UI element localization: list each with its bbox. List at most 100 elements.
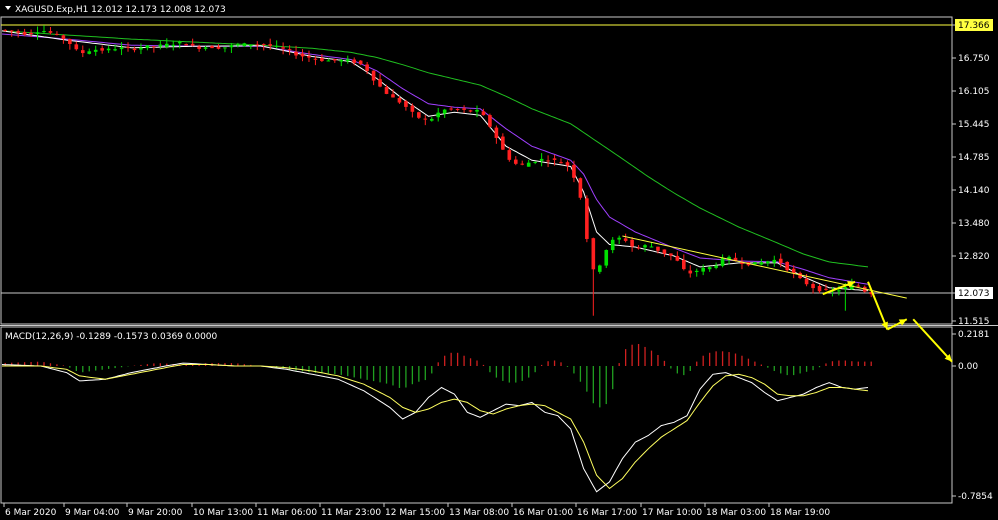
candle-body — [578, 178, 583, 198]
candle-body — [371, 70, 376, 81]
candle-body — [462, 108, 466, 110]
time-tick-label: 13 Mar 08:00 — [449, 508, 509, 518]
price-tick-label: 15.445 — [958, 120, 990, 130]
candle-body — [106, 48, 111, 51]
candle-body — [345, 59, 350, 62]
candle-body — [93, 49, 98, 52]
candle-body — [597, 265, 602, 272]
candle-body — [171, 44, 176, 47]
candle-body — [423, 118, 428, 120]
candle-body — [113, 49, 117, 51]
candle-body — [164, 43, 169, 47]
candle-body — [604, 250, 609, 266]
candle-body — [513, 159, 518, 164]
time-tick-label: 6 Mar 2020 — [5, 508, 57, 518]
candle-body — [404, 101, 408, 107]
candle-body — [35, 32, 40, 34]
candle-body — [384, 87, 389, 94]
candle-body — [139, 47, 143, 50]
price-chart[interactable]: 17.366 16.750 16.105 15.445 14.785 14.140 13.4… — [0, 0, 998, 520]
candle-body — [152, 46, 156, 48]
candle-body — [811, 283, 815, 289]
candle-body — [203, 47, 208, 49]
candle-body — [520, 163, 525, 165]
candle-body — [261, 44, 266, 46]
candle-body — [720, 258, 725, 266]
candle-body — [539, 158, 544, 161]
main-plot-frame — [0, 16, 953, 325]
candle-body — [436, 112, 441, 118]
time-tick-label: 16 Mar 01:00 — [513, 508, 573, 518]
candle-body — [785, 261, 790, 271]
candle-body — [669, 253, 673, 256]
time-tick-label: 17 Mar 10:00 — [642, 508, 702, 518]
time-tick-label: 16 Mar 17:00 — [577, 508, 637, 518]
candle-body — [475, 109, 479, 112]
candle-body — [759, 262, 764, 265]
candle-body — [617, 237, 621, 240]
candle-body — [281, 47, 285, 49]
candle-body — [42, 31, 46, 33]
price-tick-label: 12.820 — [958, 252, 990, 262]
ema-mid-line — [1, 33, 869, 285]
candle-body — [352, 59, 357, 63]
time-tick-label: 12 Mar 15:00 — [385, 508, 445, 518]
candle-body — [184, 44, 188, 46]
ema-fast-line — [1, 30, 869, 292]
candle-body — [572, 164, 576, 178]
candle-body — [190, 43, 195, 46]
candle-body — [675, 255, 680, 261]
candle-body — [533, 161, 537, 163]
candle-body — [494, 127, 499, 138]
candle-body — [223, 47, 227, 49]
candle-body — [365, 64, 369, 71]
candle-body — [287, 49, 292, 51]
candle-body — [268, 44, 272, 46]
macd-plot-frame — [0, 326, 953, 504]
candle-body — [333, 59, 337, 61]
candle-body — [591, 238, 596, 270]
candle-body — [804, 278, 809, 285]
candle-body — [526, 162, 531, 167]
candle-body — [294, 51, 298, 56]
candle-body — [824, 288, 828, 290]
candle-body — [326, 60, 331, 62]
candle-body — [22, 31, 27, 35]
price-tick-label: 14.140 — [958, 186, 990, 196]
candle-body — [817, 285, 822, 292]
candle-body — [714, 265, 718, 268]
candle-body — [300, 53, 305, 57]
candle-body — [481, 111, 486, 116]
candle-body — [701, 267, 705, 272]
price-tick-label: 12.073 — [958, 289, 990, 299]
time-tick-label: 11 Mar 06:00 — [257, 508, 317, 518]
candle-body — [417, 112, 421, 118]
candle-body — [274, 45, 279, 47]
candle-body — [623, 238, 628, 241]
candle-body — [707, 267, 712, 270]
macd-signal-line — [2, 364, 869, 490]
candle-body — [216, 46, 221, 49]
candle-body — [778, 258, 783, 264]
candle-body — [197, 46, 201, 49]
macd-panel — [1, 343, 872, 493]
candle-body — [546, 160, 550, 162]
candle-body — [565, 162, 570, 166]
candle-body — [48, 31, 53, 33]
candle-body — [643, 245, 647, 248]
symbol-menu-icon[interactable] — [5, 6, 11, 10]
candle-body — [68, 39, 72, 45]
candle-body — [320, 58, 324, 61]
time-tick-label: 9 Mar 04:00 — [65, 508, 120, 518]
candle-body — [132, 48, 137, 51]
time-tick-label: 11 Mar 23:00 — [321, 508, 381, 518]
candle-body — [80, 50, 85, 54]
macd-title: MACD(12,26,9) -0.1289 -0.1573 0.0369 0.0… — [5, 332, 218, 342]
time-tick-label: 9 Mar 20:00 — [128, 508, 183, 518]
candle-body — [339, 60, 344, 62]
candle-body — [74, 44, 79, 50]
candle-body — [229, 45, 234, 48]
candle-body — [766, 261, 770, 264]
macd-tick-label: -0.7854 — [958, 492, 993, 502]
candle-body — [688, 270, 693, 274]
